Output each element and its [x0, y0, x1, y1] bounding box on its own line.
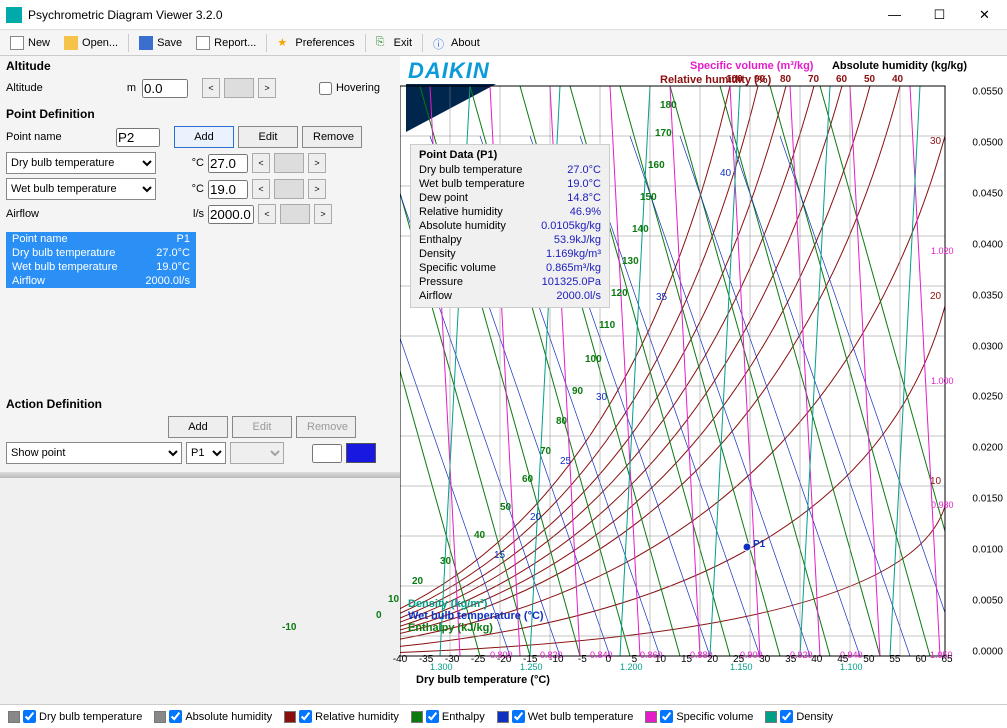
- action-edit-button[interactable]: Edit: [232, 416, 292, 438]
- minimize-button[interactable]: —: [872, 0, 917, 30]
- pointname-label: Point name: [6, 131, 112, 143]
- legend-sv[interactable]: Specific volume: [645, 710, 753, 723]
- dry-inc[interactable]: >: [308, 153, 326, 173]
- x-axis: -40-35-30-25-20-15-10-505101520253035404…: [400, 654, 947, 670]
- x-axis-label: Dry bulb temperature (°C): [416, 674, 550, 686]
- air-inc[interactable]: >: [314, 204, 332, 224]
- pointdata-row: Specific volume0.865m³/kg: [419, 261, 601, 275]
- pointdata-row: Enthalpy53.9kJ/kg: [419, 233, 601, 247]
- point-remove-button[interactable]: Remove: [302, 126, 362, 148]
- altitude-inc[interactable]: >: [258, 78, 276, 98]
- legend-wet[interactable]: Wet bulb temperature: [497, 710, 634, 723]
- pointdata-row: Wet bulb temperature19.0°C: [419, 177, 601, 191]
- pointname-input[interactable]: [116, 128, 160, 147]
- wet-unit: °C: [160, 183, 204, 195]
- pointdata-row: Relative humidity46.9%: [419, 205, 601, 219]
- titlebar: Psychrometric Diagram Viewer 3.2.0 — ☐ ✕: [0, 0, 1007, 30]
- air-slider[interactable]: [280, 204, 310, 224]
- list-item: Dry bulb temperature27.0°C: [6, 246, 196, 260]
- wet-inc[interactable]: >: [308, 179, 326, 199]
- report-icon: [196, 36, 210, 50]
- new-button[interactable]: New: [6, 34, 54, 52]
- star-icon: ★: [277, 36, 291, 50]
- divider: [0, 472, 400, 478]
- left-panel: Altitude Altitude m < > Hovering Point D…: [0, 56, 400, 478]
- actiondef-heading: Action Definition: [0, 394, 400, 414]
- exit-icon: ⎘: [376, 36, 390, 50]
- action-add-button[interactable]: Add: [168, 416, 228, 438]
- pointdata-row: Absolute humidity0.0105kg/kg: [419, 219, 601, 233]
- pointdata-row: Dry bulb temperature27.0°C: [419, 163, 601, 177]
- action-color-swatch[interactable]: [346, 443, 376, 463]
- legend-bar: Dry bulb temperature Absolute humidity R…: [0, 704, 1007, 728]
- point-add-button[interactable]: Add: [174, 126, 234, 148]
- legend-rh[interactable]: Relative humidity: [284, 710, 399, 723]
- dry-param-select[interactable]: Dry bulb temperature: [6, 152, 156, 174]
- pointdata-row: Density1.169kg/m³: [419, 247, 601, 261]
- about-button[interactable]: ⓘAbout: [429, 34, 484, 52]
- info-icon: ⓘ: [433, 36, 447, 50]
- action-extra-select[interactable]: [230, 442, 284, 464]
- altitude-label: Altitude: [6, 82, 112, 94]
- pointdata-title: Point Data (P1): [419, 149, 601, 161]
- hovering-checkbox[interactable]: [319, 82, 332, 95]
- altitude-input[interactable]: [142, 79, 188, 98]
- file-icon: [10, 36, 24, 50]
- list-item: Point nameP1: [6, 232, 196, 246]
- wet-input[interactable]: [208, 180, 248, 199]
- wet-slider[interactable]: [274, 179, 304, 199]
- legend-dry[interactable]: Dry bulb temperature: [8, 710, 142, 723]
- legend-abs[interactable]: Absolute humidity: [154, 710, 272, 723]
- altitude-unit: m: [116, 82, 136, 94]
- wet-dec[interactable]: <: [252, 179, 270, 199]
- list-item: Airflow2000.0l/s: [6, 274, 196, 288]
- airflow-unit: l/s: [116, 208, 204, 220]
- y-axis: 0.05500.05000.04500.04000.03500.03000.02…: [953, 92, 1003, 652]
- airflow-label: Airflow: [6, 208, 112, 220]
- dry-slider[interactable]: [274, 153, 304, 173]
- action-value-input[interactable]: [312, 444, 342, 463]
- dry-unit: °C: [160, 157, 204, 169]
- preferences-button[interactable]: ★Preferences: [273, 34, 358, 52]
- list-item: Wet bulb temperature19.0°C: [6, 260, 196, 274]
- pointdata-row: Airflow2000.0l/s: [419, 289, 601, 303]
- airflow-input[interactable]: [208, 205, 254, 224]
- altitude-heading: Altitude: [0, 56, 400, 76]
- chart-area: DAIKIN Specific volume (m³/kg) Absolute …: [400, 56, 1007, 704]
- altitude-slider[interactable]: [224, 78, 254, 98]
- p1-label: P1: [753, 539, 765, 550]
- exit-button[interactable]: ⎘Exit: [372, 34, 416, 52]
- app-icon: [6, 7, 22, 23]
- action-type-select[interactable]: Show point: [6, 442, 182, 464]
- hovering-label: Hovering: [336, 82, 380, 94]
- dry-input[interactable]: [208, 154, 248, 173]
- toolbar: New Open... Save Report... ★Preferences …: [0, 30, 1007, 56]
- save-button[interactable]: Save: [135, 34, 186, 52]
- action-remove-button[interactable]: Remove: [296, 416, 356, 438]
- point-edit-button[interactable]: Edit: [238, 126, 298, 148]
- point-list[interactable]: Point nameP1 Dry bulb temperature27.0°C …: [6, 232, 196, 288]
- pointdef-heading: Point Definition: [0, 104, 400, 124]
- dry-dec[interactable]: <: [252, 153, 270, 173]
- pointdata-row: Dew point14.8°C: [419, 191, 601, 205]
- action-target-select[interactable]: P1: [186, 442, 226, 464]
- point-data-panel: Point Data (P1) Dry bulb temperature27.0…: [410, 144, 610, 308]
- close-button[interactable]: ✕: [962, 0, 1007, 30]
- air-dec[interactable]: <: [258, 204, 276, 224]
- folder-icon: [64, 36, 78, 50]
- legend-den[interactable]: Density: [765, 710, 833, 723]
- maximize-button[interactable]: ☐: [917, 0, 962, 30]
- legend-ent[interactable]: Enthalpy: [411, 710, 485, 723]
- open-button[interactable]: Open...: [60, 34, 122, 52]
- wet-param-select[interactable]: Wet bulb temperature: [6, 178, 156, 200]
- window-title: Psychrometric Diagram Viewer 3.2.0: [28, 8, 872, 22]
- side-axis-labels: Density (kg/m³) Wet bulb temperature (°C…: [408, 598, 544, 634]
- disk-icon: [139, 36, 153, 50]
- altitude-dec[interactable]: <: [202, 78, 220, 98]
- pointdata-row: Pressure101325.0Pa: [419, 275, 601, 289]
- report-button[interactable]: Report...: [192, 34, 260, 52]
